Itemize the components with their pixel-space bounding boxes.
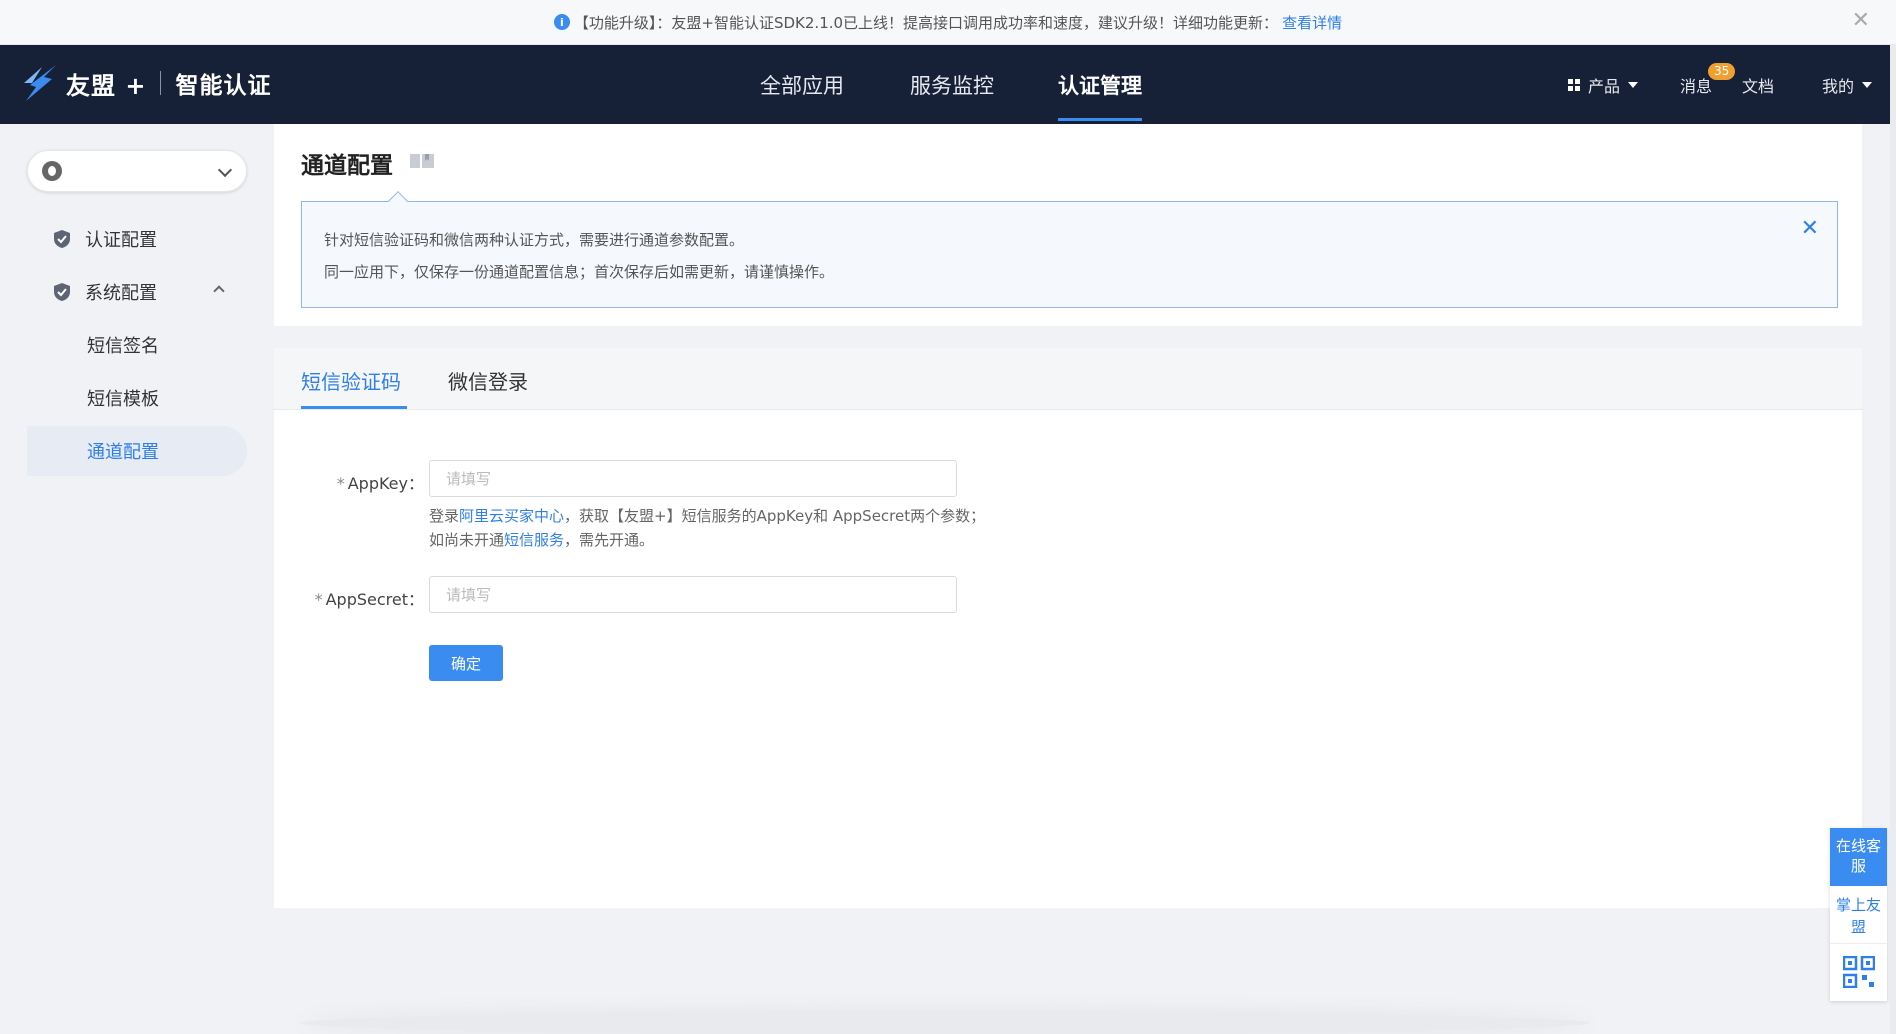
info-tip-box: 针对短信验证码和微信两种认证方式，需要进行通道参数配置。 同一应用下，仅保存一份… <box>301 201 1838 308</box>
my-menu[interactable]: 我的 <box>1822 45 1873 124</box>
tab-wechat-login[interactable]: 微信登录 <box>448 366 528 395</box>
nav-all-apps[interactable]: 全部应用 <box>760 45 844 124</box>
product-label: 产品 <box>1588 76 1621 96</box>
notice-text: 【功能升级】：友盟+智能认证SDK2.1.0已上线！提高接口调用成功率和速度，建… <box>573 13 1279 32</box>
shield-icon <box>54 283 70 301</box>
book-icon[interactable] <box>408 152 436 170</box>
close-icon[interactable]: ✕ <box>1801 218 1819 240</box>
notice-bar: i 【功能升级】：友盟+智能认证SDK2.1.0已上线！提高接口调用成功率和速度… <box>0 0 1896 45</box>
mobile-app-button[interactable]: 掌上友盟 <box>1830 886 1887 944</box>
nav-auth-management[interactable]: 认证管理 <box>1058 45 1142 124</box>
tip-line-2: 同一应用下，仅保存一份通道配置信息；首次保存后如需更新，请谨慎操作。 <box>324 263 835 281</box>
qr-code-icon[interactable] <box>1843 956 1875 988</box>
required-mark: * <box>314 590 323 609</box>
sidebar-item-label: 系统配置 <box>85 283 157 304</box>
tab-sms-code[interactable]: 短信验证码 <box>301 366 401 395</box>
channel-form-card: 短信验证码 微信登录 * AppKey： 请填写 登录阿里云买家中心，获取【友盟+… <box>274 348 1862 908</box>
caret-down-icon <box>1862 81 1873 88</box>
page-title: 通道配置 <box>301 153 393 179</box>
info-icon: i <box>553 14 570 30</box>
top-navbar: 友盟 + 智能认证 全部应用 服务监控 认证管理 产品 消息 35 文档 我的 <box>0 45 1896 124</box>
logo-text: 友盟 + <box>66 71 147 100</box>
logo[interactable]: 友盟 + 智能认证 <box>22 63 271 103</box>
window-edge <box>1890 45 1896 1034</box>
sidebar-item-system-config[interactable]: 系统配置 <box>27 267 247 317</box>
tip-line-1: 针对短信验证码和微信两种认证方式，需要进行通道参数配置。 <box>324 231 745 249</box>
product-menu[interactable]: 产品 <box>1568 45 1639 124</box>
aliyun-buyer-center-link[interactable]: 阿里云买家中心 <box>459 507 564 525</box>
sms-service-link[interactable]: 短信服务 <box>504 531 564 549</box>
nav-auth-management-label: 认证管理 <box>1058 73 1142 98</box>
nav-service-monitor[interactable]: 服务监控 <box>910 45 994 124</box>
required-mark: * <box>336 474 345 493</box>
docs-link[interactable]: 文档 <box>1742 45 1774 124</box>
tab-active-underline <box>301 406 407 409</box>
appkey-label: * AppKey： <box>336 474 424 493</box>
messages-link[interactable]: 消息 35 <box>1680 45 1736 124</box>
appsecret-label: * AppSecret： <box>314 590 424 609</box>
caret-down-icon <box>1628 81 1639 88</box>
sidebar-item-sms-signature[interactable]: 短信签名 <box>27 320 247 370</box>
logo-bird-icon <box>24 65 56 101</box>
notice-close-icon[interactable]: ✕ <box>1852 10 1870 32</box>
logo-divider <box>160 71 162 95</box>
shield-icon <box>54 230 70 248</box>
appkey-help-line-1: 登录阿里云买家中心，获取【友盟+】短信服务的AppKey和 AppSecret两… <box>429 507 986 525</box>
messages-label: 消息 <box>1680 76 1713 96</box>
notice-details-link[interactable]: 查看详情 <box>1282 12 1342 33</box>
chevron-down-icon <box>217 162 233 178</box>
my-label: 我的 <box>1822 76 1855 96</box>
nav-active-underline <box>1058 118 1142 121</box>
app-selector[interactable] <box>27 150 247 192</box>
online-service-button[interactable]: 在线客服 <box>1830 828 1887 886</box>
confirm-button[interactable]: 确定 <box>429 645 503 681</box>
logo-subtitle: 智能认证 <box>175 73 272 99</box>
page-header-card: 通道配置 针对短信验证码和微信两种认证方式，需要进行通道参数配置。 同一应用下，… <box>274 124 1862 326</box>
appsecret-input[interactable]: 请填写 <box>429 576 957 613</box>
bottom-shadow <box>300 1012 1590 1034</box>
tab-bar: 短信验证码 微信登录 <box>274 348 1862 410</box>
apple-icon <box>42 161 62 181</box>
sidebar-item-label: 认证配置 <box>85 230 157 251</box>
floating-service-panel: 在线客服 掌上友盟 <box>1830 828 1887 1001</box>
sidebar-item-sms-template[interactable]: 短信模板 <box>27 373 247 423</box>
message-count-badge: 35 <box>1708 63 1736 80</box>
grid-icon <box>1568 78 1580 91</box>
appkey-help-line-2: 如尚未开通短信服务，需先开通。 <box>429 531 655 549</box>
sidebar-item-auth-config[interactable]: 认证配置 <box>27 214 247 264</box>
chevron-up-icon <box>213 285 225 297</box>
appkey-input[interactable]: 请填写 <box>429 460 957 497</box>
sidebar-item-channel-config[interactable]: 通道配置 <box>27 426 247 476</box>
